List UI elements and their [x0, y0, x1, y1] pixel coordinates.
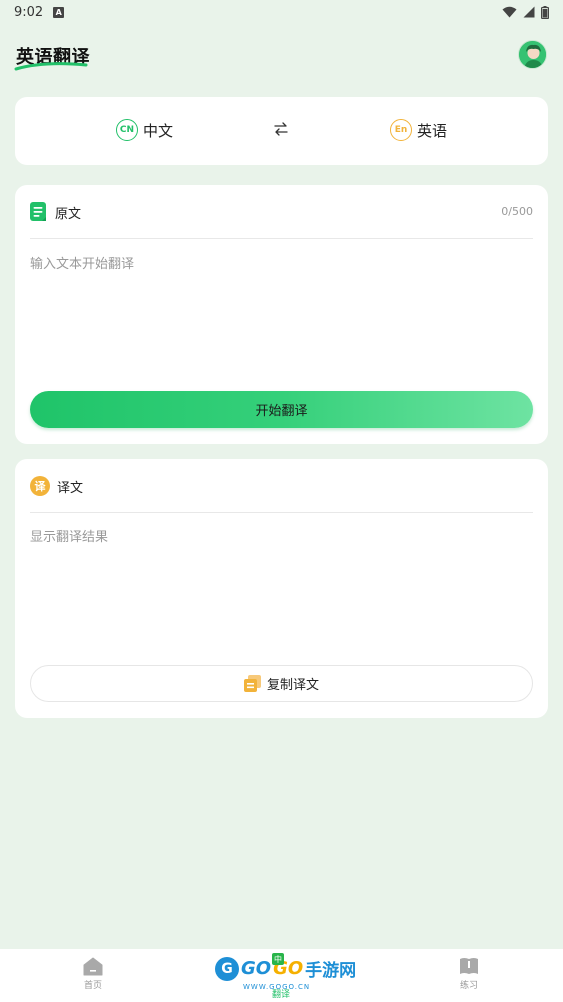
source-language-label: 中文	[143, 121, 174, 140]
watermark-tag: 中	[272, 953, 284, 965]
status-right	[502, 5, 549, 19]
source-language-selector[interactable]: CN 中文	[116, 119, 173, 141]
char-counter: 0/500	[501, 205, 533, 218]
watermark-logo: G GO GO 手游网 中 WWW.GOGO.CN	[215, 953, 357, 991]
translate-badge-icon: 译	[30, 476, 50, 496]
nav-item-practice[interactable]: 练习	[439, 957, 499, 991]
divider	[30, 512, 533, 513]
result-text-output: 显示翻译结果	[30, 530, 109, 545]
source-card-title: 原文	[55, 206, 82, 222]
nav-label-home: 首页	[83, 981, 102, 991]
copy-translation-button[interactable]: 复制译文	[30, 665, 533, 702]
document-icon	[30, 202, 46, 221]
target-language-label: 英语	[417, 121, 448, 140]
copy-button-label: 复制译文	[266, 678, 319, 693]
divider	[30, 238, 533, 239]
app-header: 英语翻译	[0, 30, 563, 80]
status-bar: 9:02 A	[0, 0, 563, 24]
avatar-icon	[519, 41, 546, 68]
bottom-nav: 首页 翻译 G GO GO 手游网 中 WWW.GOGO.CN 练习	[0, 949, 563, 1002]
language-selector-card: CN 中文 En 英语	[15, 97, 548, 165]
source-text-input[interactable]: 输入文本开始翻译	[30, 253, 533, 373]
cn-badge-icon: CN	[116, 119, 138, 141]
wifi-icon	[502, 6, 517, 18]
result-card-header: 译 译文	[30, 475, 533, 497]
nav-label-practice: 练习	[459, 981, 478, 991]
result-card-title: 译文	[57, 480, 84, 496]
status-time: 9:02	[14, 4, 44, 20]
source-text-card: 原文 0/500 输入文本开始翻译 开始翻译	[15, 185, 548, 444]
book-icon	[460, 958, 478, 974]
copy-icon	[243, 675, 261, 692]
source-card-header: 原文 0/500	[30, 201, 533, 223]
signal-icon	[523, 6, 535, 18]
avatar[interactable]	[518, 40, 547, 69]
watermark-text-cn: 手游网	[305, 961, 357, 981]
nav-item-home[interactable]: 首页	[63, 957, 123, 991]
status-left: 9:02 A	[14, 4, 65, 20]
swap-languages-icon[interactable]	[273, 121, 289, 137]
title-underline-decoration	[14, 62, 88, 71]
watermark-text-go: GO	[241, 958, 272, 979]
result-text-card: 译 译文 显示翻译结果 复制译文	[15, 459, 548, 718]
start-translate-button[interactable]: 开始翻译	[30, 391, 533, 428]
watermark-url: WWW.GOGO.CN	[243, 983, 311, 991]
notification-icon: A	[53, 6, 65, 18]
target-language-selector[interactable]: En 英语	[390, 119, 447, 141]
watermark-logo-icon: G	[215, 956, 239, 981]
battery-icon	[541, 5, 549, 19]
en-badge-icon: En	[390, 119, 412, 141]
home-icon	[83, 957, 103, 976]
